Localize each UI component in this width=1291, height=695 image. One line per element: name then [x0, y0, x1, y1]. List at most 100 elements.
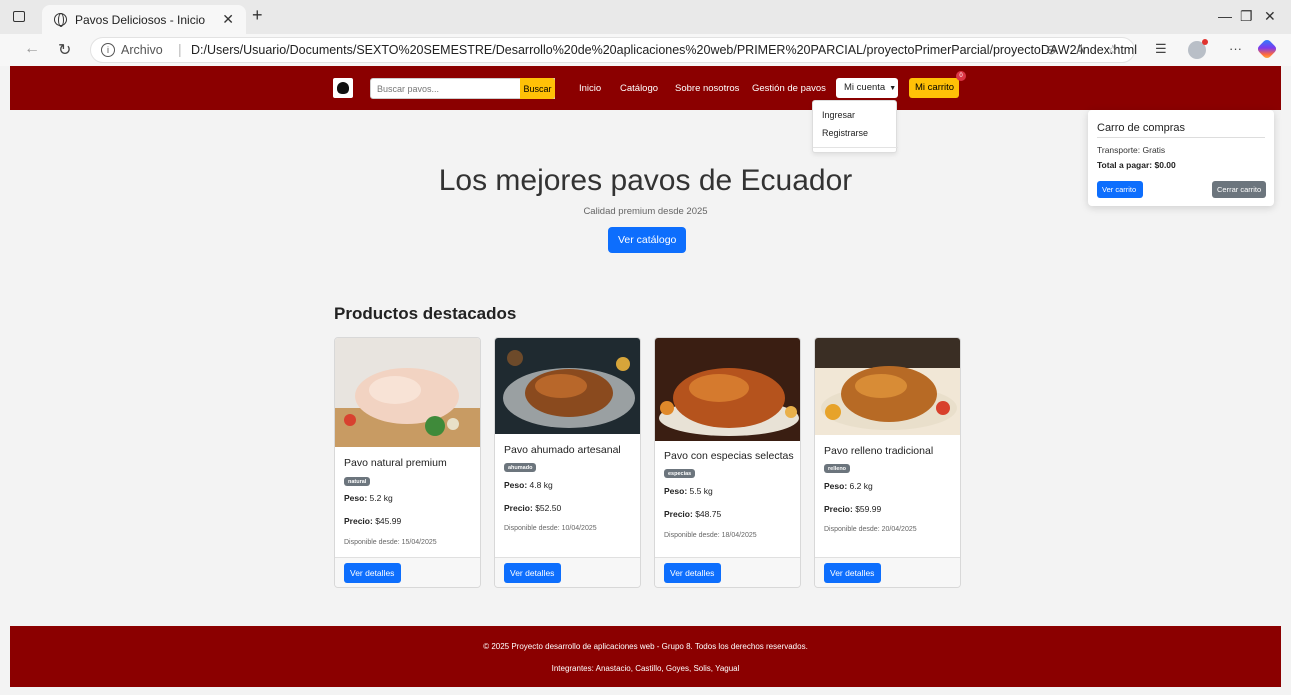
details-button[interactable]: Ver detalles	[504, 563, 561, 583]
weight-label: Peso:	[504, 480, 528, 490]
view-catalog-button[interactable]: Ver catálogo	[608, 227, 686, 253]
product-availability: Disponible desde: 20/04/2025	[824, 526, 917, 533]
details-button[interactable]: Ver detalles	[664, 563, 721, 583]
cart-panel-divider	[1097, 137, 1265, 138]
minimize-icon[interactable]: —	[1218, 8, 1232, 24]
weight-label: Peso:	[824, 481, 848, 491]
close-tab-icon[interactable]: ✕	[222, 11, 234, 28]
product-availability: Disponible desde: 15/04/2025	[344, 539, 437, 546]
url-scheme-label: Archivo	[121, 43, 163, 57]
card-footer: Ver detalles	[335, 557, 480, 587]
nav-link-gestion[interactable]: Gestión de pavos	[752, 83, 826, 94]
price-value: $59.99	[855, 504, 882, 514]
product-price: Precio: $52.50	[504, 503, 561, 513]
url-field[interactable]: i Archivo | D:/Users/Usuario/Documents/S…	[90, 37, 1137, 63]
category-badge: natural	[344, 477, 371, 486]
details-button[interactable]: Ver detalles	[824, 563, 881, 583]
copilot-icon[interactable]	[1256, 38, 1278, 60]
read-aloud-icon[interactable]: A	[1076, 42, 1085, 57]
back-icon[interactable]: ←	[24, 40, 40, 58]
price-label: Precio:	[344, 516, 373, 526]
footer-copyright: © 2025 Proyecto desarrollo de aplicacion…	[483, 642, 808, 651]
caret-down-icon: ▼	[889, 85, 897, 92]
hero-title: Los mejores pavos de Ecuador	[438, 164, 853, 197]
card-footer: Ver detalles	[495, 557, 640, 587]
product-weight: Peso: 4.8 kg	[504, 480, 553, 490]
product-name: Pavo relleno tradicional	[824, 445, 934, 457]
product-image-ahumado	[495, 338, 640, 434]
price-value: $45.99	[375, 516, 402, 526]
product-availability: Disponible desde: 18/04/2025	[664, 532, 757, 539]
page: Buscar pavos... Buscar Inicio Catálogo S…	[0, 66, 1291, 695]
cart-button[interactable]: Mi carrito	[909, 78, 959, 98]
account-label: Mi cuenta	[844, 82, 886, 93]
navbar: Buscar pavos... Buscar Inicio Catálogo S…	[10, 66, 1281, 110]
menu-item-ingresar[interactable]: Ingresar	[822, 110, 855, 120]
product-weight: Peso: 5.5 kg	[664, 486, 713, 496]
nav-link-sobre-nosotros[interactable]: Sobre nosotros	[675, 83, 739, 94]
url-separator: |	[178, 41, 182, 57]
product-price: Precio: $48.75	[664, 509, 721, 519]
new-tab-icon[interactable]: +	[252, 5, 263, 26]
account-dropdown-button[interactable]: Mi cuenta ▼	[836, 78, 898, 98]
product-image-relleno	[815, 338, 960, 435]
account-menu: Ingresar Registrarse	[812, 100, 898, 153]
refresh-icon[interactable]: ↻	[58, 40, 71, 60]
browser-tab-bar: Pavos Deliciosos - Inicio ✕ + — ❐ ✕	[0, 0, 1291, 34]
weight-value: 4.8 kg	[529, 480, 553, 490]
search-button[interactable]: Buscar	[520, 78, 555, 99]
product-card: Pavo relleno tradicional relleno Peso: 6…	[814, 337, 961, 588]
nav-link-catalogo[interactable]: Catálogo	[620, 83, 658, 94]
weight-label: Peso:	[664, 486, 688, 496]
product-price: Precio: $59.99	[824, 504, 881, 514]
card-footer: Ver detalles	[655, 557, 800, 587]
product-weight: Peso: 6.2 kg	[824, 481, 873, 491]
url-path: D:/Users/Usuario/Documents/SEXTO%20SEMES…	[191, 43, 1137, 57]
details-button[interactable]: Ver detalles	[344, 563, 401, 583]
hero-subtitle: Calidad premium desde 2025	[583, 206, 708, 217]
restore-icon[interactable]: ❐	[1240, 8, 1253, 25]
product-card: Pavo con especias selectas especias Peso…	[654, 337, 801, 588]
price-label: Precio:	[504, 503, 533, 513]
product-image-natural	[335, 338, 480, 447]
footer-members: Integrantes: Anastacio, Castillo, Goyes,…	[551, 664, 740, 673]
weight-label: Peso:	[344, 493, 368, 503]
featured-title: Productos destacados	[334, 304, 517, 323]
tab-title: Pavos Deliciosos - Inicio	[75, 13, 206, 27]
tab-actions-icon[interactable]	[13, 11, 25, 22]
info-icon[interactable]: i	[101, 43, 115, 57]
product-card: Pavo ahumado artesanal ahumado Peso: 4.8…	[494, 337, 641, 588]
more-options-icon[interactable]: ···	[1229, 41, 1242, 56]
zoom-icon[interactable]: ⊖	[1046, 42, 1057, 58]
favorite-icon[interactable]: ☆	[1107, 42, 1119, 58]
cart-panel-title: Carro de compras	[1097, 122, 1186, 134]
product-card: Pavo natural premium natural Peso: 5.2 k…	[334, 337, 481, 588]
menu-item-registrarse[interactable]: Registrarse	[822, 128, 868, 138]
cart-shipping: Transporte: Gratis	[1097, 145, 1166, 155]
nav-link-inicio[interactable]: Inicio	[579, 83, 601, 94]
price-label: Precio:	[824, 504, 853, 514]
category-badge: ahumado	[504, 463, 537, 472]
profile-avatar[interactable]	[1188, 39, 1208, 59]
product-availability: Disponible desde: 10/04/2025	[504, 525, 597, 532]
browser-tab[interactable]: Pavos Deliciosos - Inicio ✕	[42, 5, 246, 34]
product-image-especias	[655, 338, 800, 441]
product-weight: Peso: 5.2 kg	[344, 493, 393, 503]
menu-divider	[813, 147, 898, 148]
price-label: Precio:	[664, 509, 693, 519]
weight-value: 5.5 kg	[689, 486, 713, 496]
weight-value: 5.2 kg	[369, 493, 393, 503]
cart-count-badge: 0	[956, 71, 966, 81]
price-value: $48.75	[695, 509, 722, 519]
product-name: Pavo natural premium	[344, 457, 447, 469]
card-footer: Ver detalles	[815, 557, 960, 587]
close-window-icon[interactable]: ✕	[1264, 8, 1276, 25]
favorites-bar-icon[interactable]: ☰	[1155, 41, 1167, 57]
product-price: Precio: $45.99	[344, 516, 401, 526]
product-name: Pavo con especias selectas	[664, 450, 794, 462]
turkey-logo-icon[interactable]	[333, 78, 353, 98]
category-badge: relleno	[824, 464, 851, 473]
price-value: $52.50	[535, 503, 562, 513]
weight-value: 6.2 kg	[849, 481, 873, 491]
category-badge: especias	[664, 469, 696, 478]
